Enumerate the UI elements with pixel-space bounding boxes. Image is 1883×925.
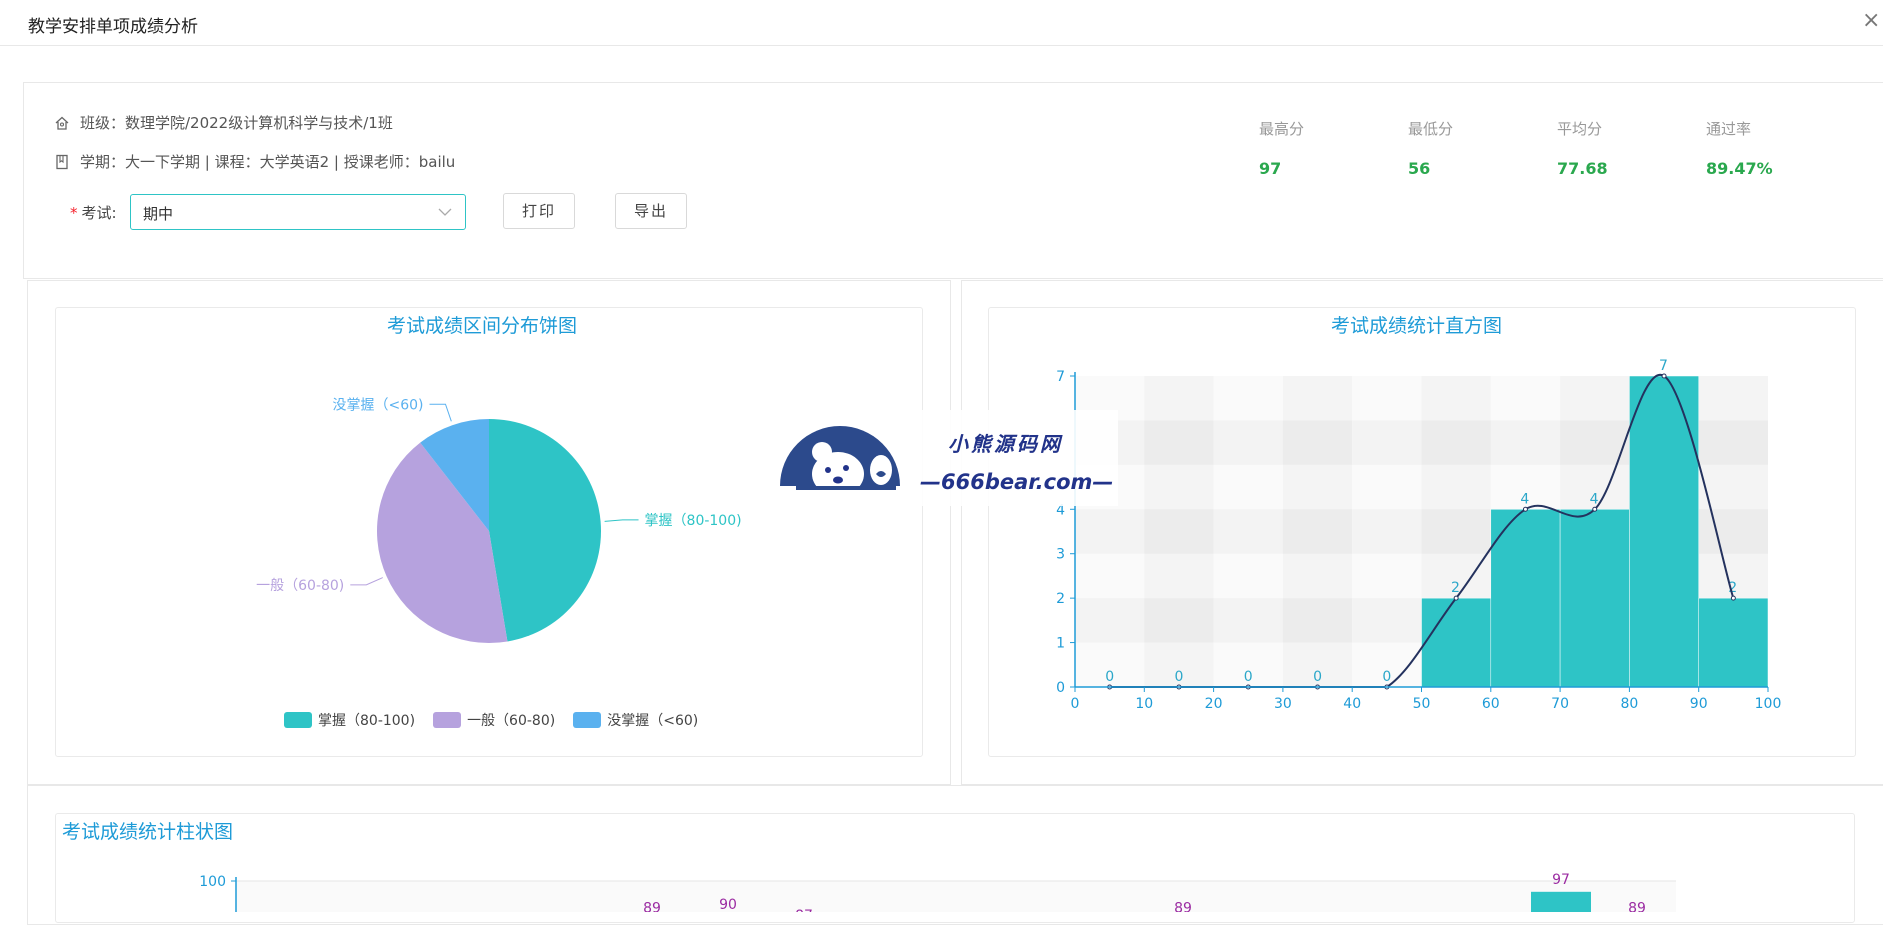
score-label: 89 [1174,901,1192,912]
bar-y-tick-label: 100 [199,874,226,890]
score-label: 89 [1628,901,1646,912]
score-label: 90 [719,897,737,912]
bar-plot-bg [236,881,1676,912]
score-label: 87 [795,908,813,912]
watermark-text-1: 小熊源码网 [948,432,1063,456]
bear-logo-icon [780,426,900,496]
watermark-text-2: —666bear.com— [920,470,1114,494]
score-label: 89 [643,901,661,912]
score-bar [1531,891,1591,912]
score-label: 97 [1552,872,1570,888]
